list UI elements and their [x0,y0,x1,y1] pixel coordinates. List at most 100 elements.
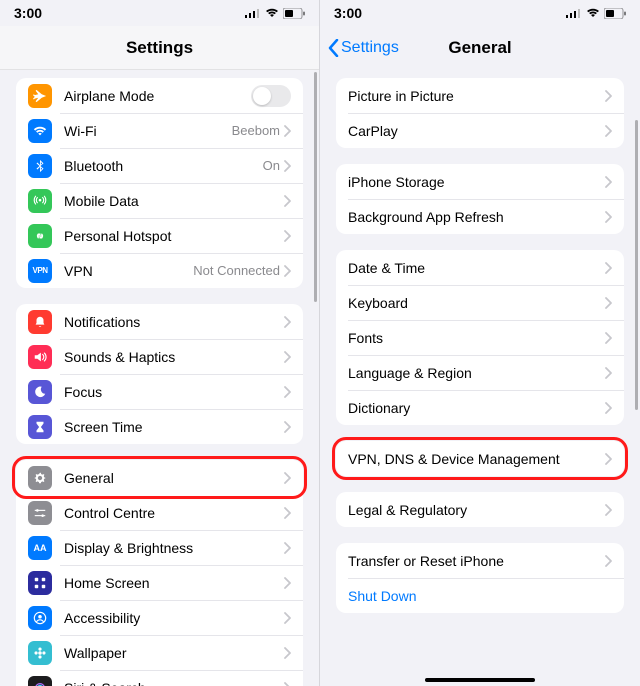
row-reset[interactable]: Transfer or Reset iPhone [336,543,624,578]
chevron-right-icon [284,125,291,137]
chevron-right-icon [605,453,612,465]
sliders-icon [28,501,52,525]
row-dict[interactable]: Dictionary [336,390,624,425]
chevron-right-icon [284,316,291,328]
row-wifi[interactable]: Wi-FiBeebom [16,113,303,148]
status-bar: 3:00 [320,0,640,26]
row-screent[interactable]: Screen Time [16,409,303,444]
row-focus[interactable]: Focus [16,374,303,409]
siri-icon [28,676,52,686]
chevron-left-icon [328,39,339,57]
chevron-right-icon [284,230,291,242]
home-indicator[interactable] [425,678,535,682]
status-indicators [245,8,305,19]
row-hotspot[interactable]: Personal Hotspot [16,218,303,253]
row-label: VPN [64,263,193,279]
gear-icon [28,466,52,490]
row-bluetooth[interactable]: BluetoothOn [16,148,303,183]
signal-icon [566,8,582,18]
general-group-4: Legal & Regulatory [336,492,624,527]
row-label: Home Screen [64,575,284,591]
scroll-indicator [314,72,317,302]
row-pip[interactable]: Picture in Picture [336,78,624,113]
row-notif[interactable]: Notifications [16,304,303,339]
status-indicators [566,8,626,19]
nav-bar: Settings [0,26,319,70]
chevron-right-icon [605,367,612,379]
chevron-right-icon [284,507,291,519]
chevron-right-icon [605,332,612,344]
row-label: Wallpaper [64,645,284,661]
back-label: Settings [341,39,399,57]
row-shutdown[interactable]: Shut Down [336,578,624,613]
row-label: Shut Down [348,588,612,604]
row-mobile[interactable]: Mobile Data [16,183,303,218]
row-label: Mobile Data [64,193,284,209]
chevron-right-icon [284,351,291,363]
chevron-right-icon [605,125,612,137]
row-storage[interactable]: iPhone Storage [336,164,624,199]
row-label: Control Centre [64,505,284,521]
chevron-right-icon [605,402,612,414]
row-label: Focus [64,384,284,400]
row-detail: On [263,158,280,173]
row-label: Bluetooth [64,158,263,174]
row-access[interactable]: Accessibility [16,600,303,635]
settings-group-2: General Control Centre AADisplay & Brightn… [16,460,303,686]
page-title: General [448,38,511,58]
flower-icon [28,641,52,665]
row-bgapp[interactable]: Background App Refresh [336,199,624,234]
row-label: Accessibility [64,610,284,626]
general-group-3: VPN, DNS & Device Management [336,441,624,476]
row-sound[interactable]: Sounds & Haptics [16,339,303,374]
row-general[interactable]: General [16,460,303,495]
general-list[interactable]: Picture in Picture CarPlay iPhone Storage B… [320,70,640,686]
status-time: 3:00 [14,5,42,21]
row-airplane[interactable]: Airplane Mode [16,78,303,113]
chevron-right-icon [605,90,612,102]
page-title: Settings [126,38,193,58]
settings-list[interactable]: Airplane ModeWi-FiBeebomBluetoothOnMobil… [0,70,319,686]
wifi-status-icon [265,8,279,18]
row-label: Picture in Picture [348,88,605,104]
row-vpnmgmt[interactable]: VPN, DNS & Device Management [336,441,624,476]
chevron-right-icon [284,647,291,659]
bell-icon [28,310,52,334]
row-label: Screen Time [64,419,284,435]
aa-icon: AA [28,536,52,560]
row-label: Sounds & Haptics [64,349,284,365]
row-carplay[interactable]: CarPlay [336,113,624,148]
row-label: Fonts [348,330,605,346]
row-vpn[interactable]: VPNVPNNot Connected [16,253,303,288]
chevron-right-icon [284,542,291,554]
toggle-airplane[interactable] [251,85,291,107]
row-wall[interactable]: Wallpaper [16,635,303,670]
settings-group-0: Airplane ModeWi-FiBeebomBluetoothOnMobil… [16,78,303,288]
row-control[interactable]: Control Centre [16,495,303,530]
back-button[interactable]: Settings [328,39,399,57]
row-label: iPhone Storage [348,174,605,190]
row-label: Background App Refresh [348,209,605,225]
row-detail: Beebom [232,123,280,138]
row-legal[interactable]: Legal & Regulatory [336,492,624,527]
airplane-icon [28,84,52,108]
hourglass-icon [28,415,52,439]
battery-icon [283,8,305,19]
row-fonts[interactable]: Fonts [336,320,624,355]
row-display[interactable]: AADisplay & Brightness [16,530,303,565]
general-group-1: iPhone Storage Background App Refresh [336,164,624,234]
wifi-status-icon [586,8,600,18]
row-siri[interactable]: Siri & Search [16,670,303,686]
row-date[interactable]: Date & Time [336,250,624,285]
row-lang[interactable]: Language & Region [336,355,624,390]
chevron-right-icon [284,421,291,433]
chevron-right-icon [605,176,612,188]
battery-icon [604,8,626,19]
row-label: Dictionary [348,400,605,416]
row-home[interactable]: Home Screen [16,565,303,600]
antenna-icon [28,189,52,213]
chevron-right-icon [284,195,291,207]
settings-group-1: Notifications Sounds & Haptics Focus Screen… [16,304,303,444]
row-kbd[interactable]: Keyboard [336,285,624,320]
row-label: Legal & Regulatory [348,502,605,518]
